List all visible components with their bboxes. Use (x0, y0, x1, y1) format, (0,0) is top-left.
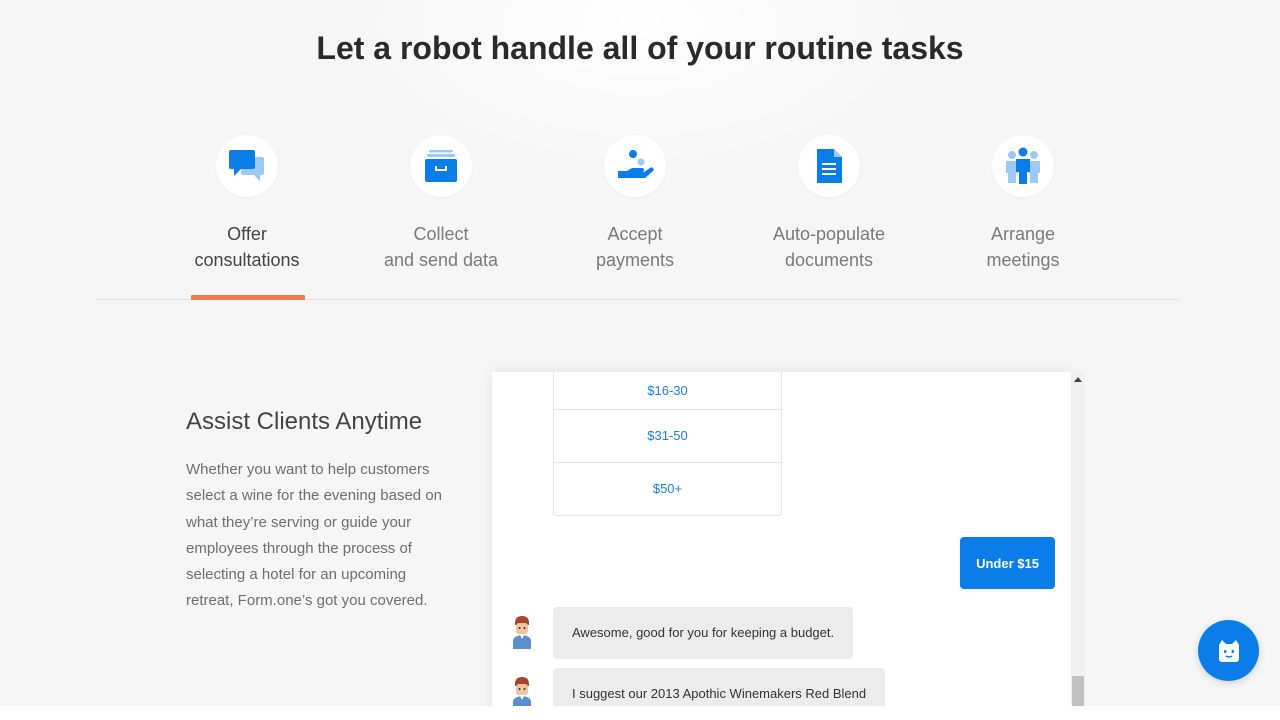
feature-tabs: Offer consultations Collect and send dat… (150, 135, 1122, 300)
page-headline: Let a robot handle all of your routine t… (316, 30, 964, 66)
document-icon (817, 149, 842, 183)
chat-demo-window: $16-30 $31-50 $50+ Under $15 Awesome, go… (492, 372, 1071, 720)
tab-collect-data[interactable]: Collect and send data (344, 135, 538, 300)
tab-accept-payments[interactable]: Accept payments (538, 135, 732, 300)
feature-label: Collect and send data (383, 224, 499, 270)
bot-avatar-icon (513, 616, 531, 649)
bot-avatar-icon (513, 677, 531, 710)
section-description: Whether you want to help customers selec… (186, 461, 443, 610)
scroll-up-arrow-icon[interactable] (1074, 377, 1082, 382)
chat-bubbles-icon (229, 150, 264, 181)
feature-icon-circle (992, 135, 1054, 197)
option-50-plus[interactable]: $50+ (554, 463, 781, 515)
user-message: Under $15 (960, 537, 1055, 589)
chat-scrollbar[interactable] (1071, 372, 1085, 720)
feature-icon-circle (410, 135, 472, 197)
bot-message: Awesome, good for you for keeping a budg… (553, 607, 854, 659)
chatbot-face-icon (1218, 639, 1239, 662)
feature-label: Auto-populate documents (772, 224, 886, 270)
section-title: Assist Clients Anytime (186, 408, 423, 435)
feature-icon-circle (216, 135, 278, 197)
people-group-icon (1006, 147, 1040, 184)
chat-launcher-button[interactable] (1198, 620, 1259, 681)
option-31-50[interactable]: $31-50 (554, 410, 781, 463)
tab-offer-consultations[interactable]: Offer consultations (150, 135, 344, 300)
feature-icon-circle (604, 135, 666, 197)
feature-label: Offer consultations (194, 224, 300, 270)
feature-icon-circle (798, 135, 860, 197)
tab-arrange-meetings[interactable]: Arrange meetings (926, 135, 1120, 300)
feature-label: Accept payments (595, 224, 675, 270)
page-bottom-strip (0, 706, 1280, 720)
archive-box-icon (425, 150, 457, 182)
feature-label: Arrange meetings (986, 224, 1060, 270)
option-16-30[interactable]: $16-30 (554, 372, 781, 410)
tab-auto-populate-documents[interactable]: Auto-populate documents (732, 135, 926, 300)
hand-coins-icon (618, 150, 654, 178)
active-tab-indicator (191, 295, 305, 300)
price-options-list: $16-30 $31-50 $50+ (553, 372, 782, 516)
